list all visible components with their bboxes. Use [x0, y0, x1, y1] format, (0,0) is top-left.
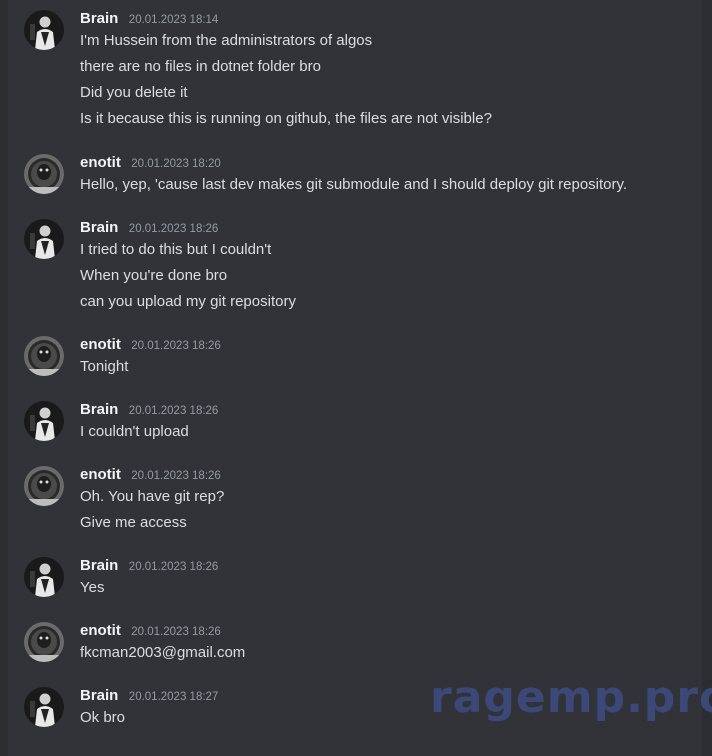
username[interactable]: Brain	[80, 10, 118, 27]
message-header: enotit 20.01.2023 18:26	[80, 622, 221, 642]
brain-avatar-icon[interactable]	[24, 557, 64, 597]
message-header: Brain 20.01.2023 18:14	[80, 10, 218, 30]
message-header: Brain 20.01.2023 18:26	[80, 557, 218, 577]
timestamp[interactable]: 20.01.2023 18:26	[129, 223, 219, 235]
timestamp[interactable]: 20.01.2023 18:27	[129, 691, 219, 703]
message-text: Is it because this is running on github,…	[80, 110, 492, 127]
timestamp[interactable]: 20.01.2023 18:26	[131, 340, 221, 352]
message-text: can you upload my git repository	[80, 293, 296, 310]
message-header: Brain 20.01.2023 18:26	[80, 401, 218, 421]
message-header: enotit 20.01.2023 18:26	[80, 466, 221, 486]
timestamp[interactable]: 20.01.2023 18:26	[129, 405, 219, 417]
username[interactable]: Brain	[80, 401, 118, 418]
left-edge	[0, 0, 8, 756]
message-text: Oh. You have git rep?	[80, 488, 225, 505]
enotit-avatar-icon[interactable]	[24, 622, 64, 662]
timestamp[interactable]: 20.01.2023 18:26	[131, 626, 221, 638]
timestamp[interactable]: 20.01.2023 18:26	[129, 561, 219, 573]
message-text: Ok bro	[80, 709, 126, 726]
username[interactable]: Brain	[80, 687, 118, 704]
message-text: I couldn't upload	[80, 423, 189, 440]
enotit-avatar-icon[interactable]	[24, 336, 64, 376]
brain-avatar-icon[interactable]	[24, 10, 64, 50]
message-text: Yes	[80, 579, 105, 596]
message-text: Give me access	[80, 514, 187, 531]
brain-avatar-icon[interactable]	[24, 401, 64, 441]
username[interactable]: Brain	[80, 557, 118, 574]
message-text: there are no files in dotnet folder bro	[80, 58, 321, 75]
username[interactable]: enotit	[80, 154, 121, 171]
message-text: I tried to do this but I couldn't	[80, 241, 272, 258]
timestamp[interactable]: 20.01.2023 18:20	[131, 158, 221, 170]
message-text: I'm Hussein from the administrators of a…	[80, 32, 373, 49]
username[interactable]: enotit	[80, 466, 121, 483]
message-text: When you're done bro	[80, 267, 228, 284]
message-header: enotit 20.01.2023 18:20	[80, 154, 221, 174]
brain-avatar-icon[interactable]	[24, 219, 64, 259]
enotit-avatar-icon[interactable]	[24, 466, 64, 506]
enotit-avatar-icon[interactable]	[24, 154, 64, 194]
message-header: enotit 20.01.2023 18:26	[80, 336, 221, 356]
message-header: Brain 20.01.2023 18:26	[80, 219, 218, 239]
timestamp[interactable]: 20.01.2023 18:26	[131, 470, 221, 482]
message-text: fkcman2003@gmail.com	[80, 644, 246, 661]
scroll-area-edge[interactable]	[702, 0, 712, 756]
brain-avatar-icon[interactable]	[24, 687, 64, 727]
watermark: ragemp.pro	[430, 672, 712, 723]
message-header: Brain 20.01.2023 18:27	[80, 687, 218, 707]
timestamp[interactable]: 20.01.2023 18:14	[129, 14, 219, 26]
username[interactable]: enotit	[80, 622, 121, 639]
message-text: Did you delete it	[80, 84, 188, 101]
message-text: Tonight	[80, 358, 129, 375]
username[interactable]: Brain	[80, 219, 118, 236]
message-text: Hello, yep, 'cause last dev makes git su…	[80, 176, 628, 193]
username[interactable]: enotit	[80, 336, 121, 353]
